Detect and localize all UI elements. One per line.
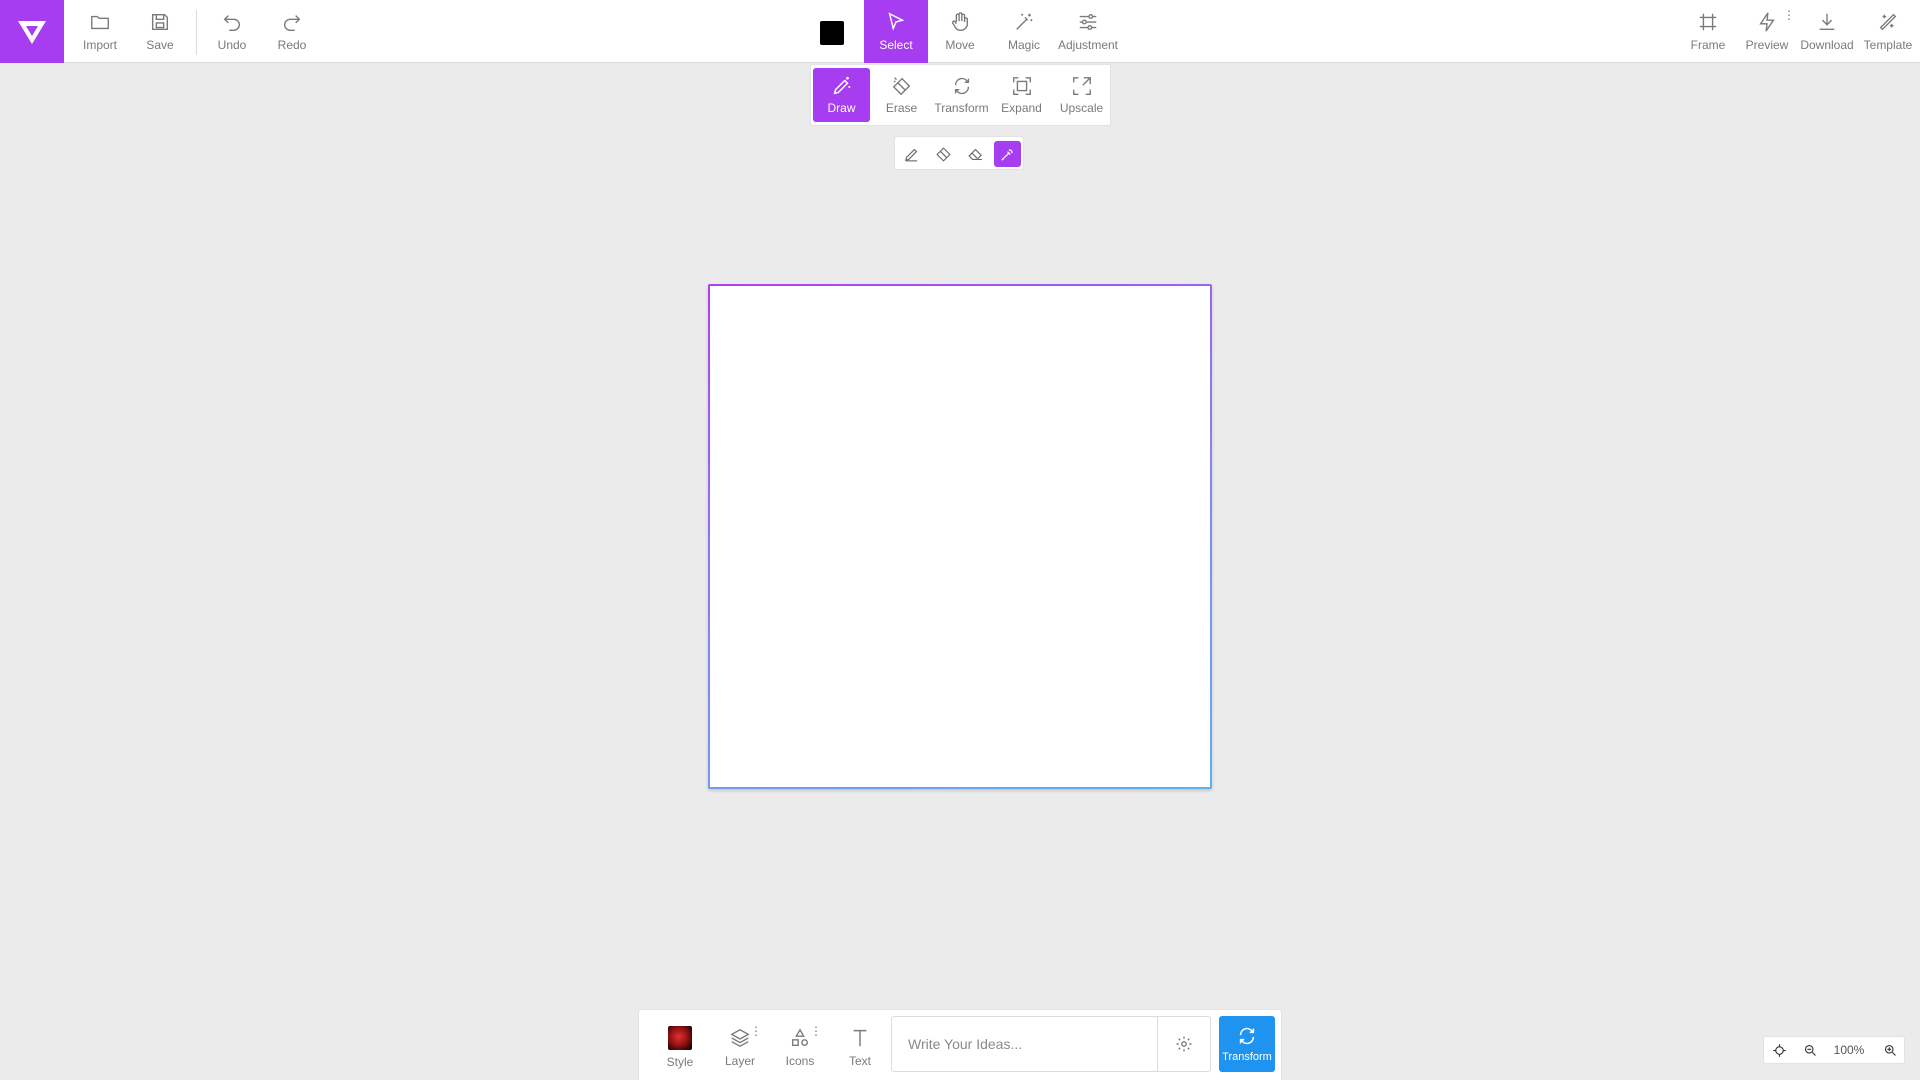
sliders-icon [1079, 13, 1097, 31]
template-label: Template [1863, 38, 1913, 52]
current-color-swatch[interactable] [820, 21, 844, 45]
frame-label: Frame [1690, 38, 1726, 52]
frame-icon [1699, 13, 1717, 31]
prompt-settings-button[interactable] [1158, 1017, 1210, 1071]
gear-icon [1176, 1036, 1192, 1052]
select-label: Select [879, 38, 913, 52]
hand-icon [951, 12, 969, 31]
adjustment-tool-button[interactable]: Adjustment [1054, 0, 1122, 63]
import-button[interactable]: Import [76, 0, 124, 63]
pencil-icon [905, 148, 918, 161]
top-toolbar: Import Save Undo Redo Select Move Magic … [0, 0, 1920, 63]
download-icon [1819, 13, 1835, 31]
text-button[interactable]: Text [835, 1020, 885, 1074]
erase-label: Erase [885, 101, 918, 115]
eraser-brush-button[interactable] [930, 141, 957, 167]
icons-options-icon[interactable]: ⋮ [810, 1025, 822, 1037]
crosshair-icon [1772, 1043, 1786, 1057]
template-icon [1879, 13, 1897, 31]
move-tool-button[interactable]: Move [936, 0, 984, 63]
text-icon [853, 1029, 867, 1046]
draw-mode-button[interactable]: Draw [813, 68, 870, 122]
undo-icon [223, 15, 240, 31]
lightning-icon [1759, 12, 1775, 32]
pencil-brush-button[interactable] [898, 141, 925, 167]
eraser-alt-icon [968, 148, 982, 160]
download-label: Download [1800, 38, 1854, 52]
layer-options-icon[interactable]: ⋮ [750, 1025, 762, 1037]
expand-mode-button[interactable]: Expand [993, 68, 1050, 122]
zoom-in-button[interactable] [1878, 1037, 1902, 1063]
preview-label: Preview [1745, 38, 1789, 52]
zoom-out-button[interactable] [1798, 1037, 1822, 1063]
adjustment-label: Adjustment [1057, 38, 1119, 52]
upscale-mode-button[interactable]: Upscale [1053, 68, 1110, 122]
select-tool-button[interactable]: Select [864, 0, 928, 63]
save-button[interactable]: Save [136, 0, 184, 63]
style-label: Style [666, 1054, 694, 1069]
text-label: Text [848, 1053, 871, 1068]
save-icon [151, 13, 169, 31]
toolbar-divider [196, 10, 197, 55]
import-label: Import [82, 38, 117, 52]
transform-generate-button[interactable]: Transform [1219, 1016, 1275, 1072]
transform-icon [1239, 1027, 1255, 1045]
pencil-sparkle-icon [833, 76, 850, 95]
preview-options-icon[interactable]: ⋮ [1783, 9, 1795, 21]
redo-icon [284, 15, 301, 31]
style-button[interactable]: Style [655, 1020, 705, 1074]
undo-button[interactable]: Undo [208, 0, 256, 63]
transform-button-label: Transform [1222, 1051, 1272, 1063]
download-button[interactable]: Download [1799, 0, 1855, 63]
eraser-icon [936, 146, 951, 162]
save-label: Save [146, 38, 174, 52]
transform-mode-button[interactable]: Transform [933, 68, 990, 122]
icons-label: Icons [785, 1053, 815, 1068]
erase-mode-button[interactable]: Erase [873, 68, 930, 122]
drawing-canvas[interactable] [708, 284, 1212, 789]
eyedropper-brush-button[interactable] [994, 141, 1021, 167]
undo-label: Undo [217, 38, 247, 52]
draw-mode-toolbar: Draw Erase Transform Expand Upscale [810, 64, 1111, 126]
draw-label: Draw [827, 101, 856, 115]
redo-button[interactable]: Redo [268, 0, 316, 63]
frame-button[interactable]: Frame [1684, 0, 1732, 63]
recenter-button[interactable] [1767, 1037, 1791, 1063]
transform-icon [954, 77, 969, 95]
app-logo[interactable] [0, 0, 64, 63]
shapes-icon [791, 1027, 809, 1046]
expand-label: Expand [1001, 101, 1042, 115]
zoom-controls: 100% [1763, 1036, 1905, 1064]
prompt-box [891, 1016, 1211, 1072]
brush-toolbar [894, 136, 1024, 170]
zoom-out-icon [1804, 1044, 1816, 1056]
eraser-icon [892, 77, 910, 96]
eyedropper-icon [1001, 148, 1013, 161]
prompt-input[interactable] [892, 1017, 1157, 1071]
style-thumbnail [668, 1025, 692, 1050]
move-label: Move [945, 38, 975, 52]
redo-label: Redo [277, 38, 307, 52]
eraser-alt-brush-button[interactable] [962, 141, 989, 167]
template-button[interactable]: Template [1860, 0, 1916, 63]
cursor-icon [888, 12, 905, 31]
upscale-icon [1072, 77, 1091, 95]
v-logo-icon [18, 20, 46, 44]
folder-icon [91, 15, 109, 30]
zoom-in-icon [1884, 1044, 1896, 1056]
upscale-label: Upscale [1059, 101, 1104, 115]
magic-label: Magic [1007, 38, 1040, 52]
layers-icon [730, 1028, 750, 1047]
expand-icon [1012, 77, 1031, 95]
zoom-level: 100% [1833, 1043, 1865, 1057]
layer-label: Layer [724, 1053, 756, 1068]
bottom-toolbar: Style Layer ⋮ Icons ⋮ Text Transform [638, 1009, 1282, 1080]
magic-tool-button[interactable]: Magic [999, 0, 1049, 63]
magic-wand-icon [1016, 13, 1033, 30]
transform-label: Transform [934, 101, 989, 115]
